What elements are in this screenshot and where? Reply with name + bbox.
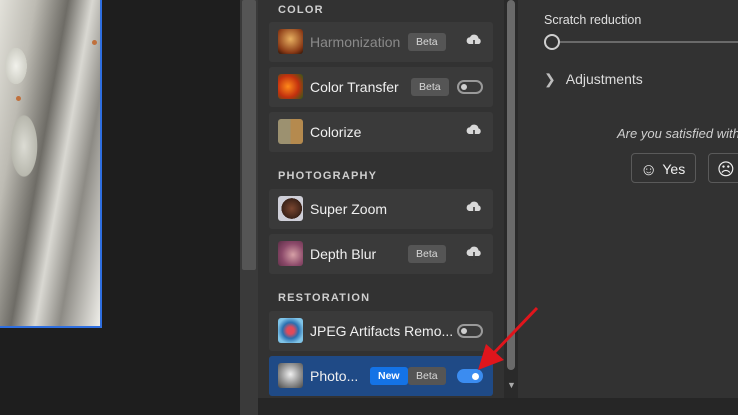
chevron-right-icon: ❯ [544, 71, 556, 87]
super-zoom-thumbnail [278, 196, 303, 221]
beta-badge: Beta [411, 78, 449, 96]
filter-label: Depth Blur [310, 246, 377, 262]
filter-row-super-zoom[interactable]: Super Zoom [269, 189, 493, 229]
filter-row-harmonization[interactable]: Harmonization Beta [269, 22, 493, 62]
panel-footer [258, 398, 738, 415]
cloud-download-icon[interactable] [465, 124, 483, 140]
filter-label: Harmonization [310, 34, 401, 50]
filter-row-colorize[interactable]: Colorize [269, 112, 493, 152]
filter-row-color-transfer[interactable]: Color Transfer Beta [269, 67, 493, 107]
filter-label: Photo... [310, 368, 359, 384]
cloud-download-icon[interactable] [465, 246, 483, 262]
filter-label: Color Transfer [310, 79, 399, 95]
no-feedback-button[interactable]: ☹ [708, 153, 738, 183]
section-heading-photography: PHOTOGRAPHY [278, 170, 378, 182]
scratch-reduction-slider-track[interactable] [558, 41, 738, 43]
frowning-face-icon: ☹ [717, 160, 735, 179]
adjustments-toggle[interactable]: ❯ Adjustments [544, 71, 643, 88]
beta-badge: Beta [408, 33, 446, 51]
new-badge: New [370, 367, 408, 385]
old-photo-preview [0, 0, 102, 328]
image-canvas [0, 0, 240, 415]
yes-label: Yes [662, 161, 686, 177]
adjustments-label: Adjustments [565, 71, 643, 87]
scratch-reduction-slider-knob[interactable] [544, 34, 560, 50]
red-annotation-arrow-icon [478, 306, 539, 370]
filter-label: Super Zoom [310, 201, 388, 217]
color-transfer-toggle[interactable] [457, 80, 483, 94]
filter-settings-panel: Scratch reduction ❯ Adjustments Are you s… [518, 0, 738, 398]
filter-row-photo-restoration[interactable]: Photo... New Beta [269, 356, 493, 396]
filter-label: JPEG Artifacts Remo... [310, 323, 454, 339]
yes-feedback-button[interactable]: ☺ Yes [631, 153, 696, 183]
filter-label: Colorize [310, 124, 362, 140]
panel-divider[interactable] [240, 0, 258, 415]
cloud-download-icon[interactable] [465, 34, 483, 50]
colorize-thumbnail [278, 119, 303, 144]
filter-row-jpeg-artifacts[interactable]: JPEG Artifacts Remo... [269, 311, 493, 351]
photo-restoration-thumbnail [278, 363, 303, 388]
section-heading-restoration: RESTORATION [278, 292, 371, 304]
color-transfer-thumbnail [278, 74, 303, 99]
beta-badge: Beta [408, 245, 446, 263]
filter-row-depth-blur[interactable]: Depth Blur Beta [269, 234, 493, 274]
harmonization-thumbnail [278, 29, 303, 54]
scratch-reduction-label: Scratch reduction [544, 13, 642, 27]
depth-blur-thumbnail [278, 241, 303, 266]
smiley-face-icon: ☺ [640, 160, 658, 179]
jpeg-artifacts-thumbnail [278, 318, 303, 343]
satisfaction-prompt: Are you satisfied with t [617, 126, 738, 141]
section-heading-color: COLOR [278, 4, 324, 16]
cloud-download-icon[interactable] [465, 201, 483, 217]
scroll-down-arrow-icon[interactable]: ▼ [507, 380, 516, 390]
beta-badge: Beta [408, 367, 446, 385]
neural-filters-list: COLOR Harmonization Beta Color Transfer … [258, 0, 504, 398]
